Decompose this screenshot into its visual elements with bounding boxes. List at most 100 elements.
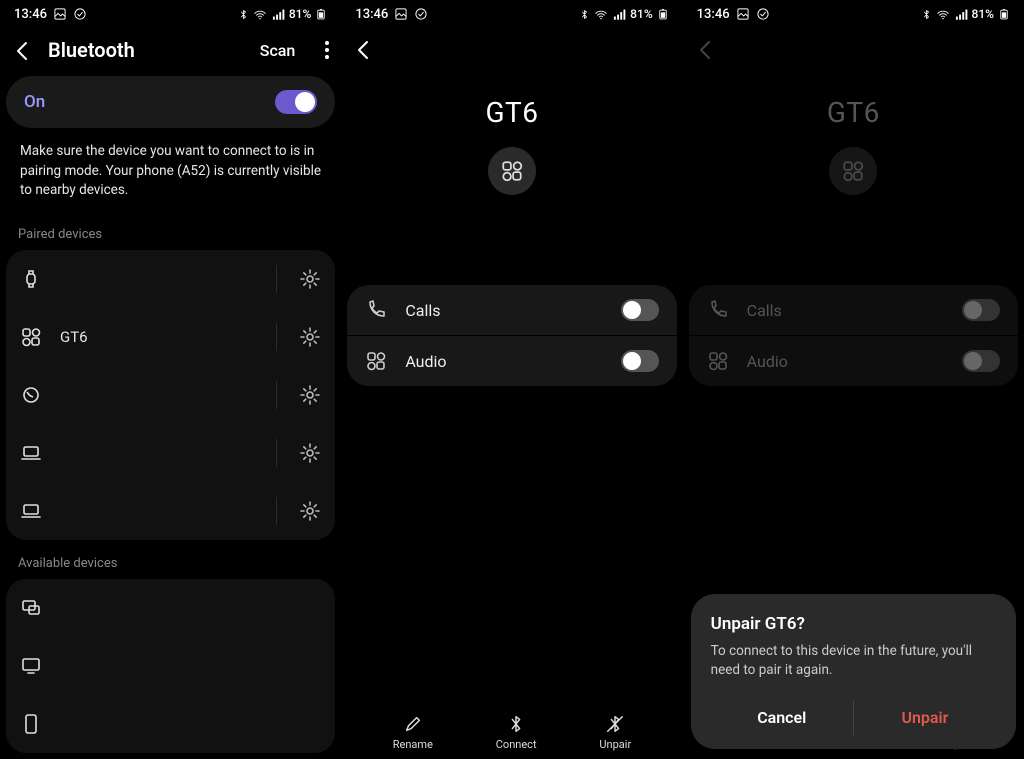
bluetooth-toggle-card[interactable]: On	[6, 76, 335, 128]
device-name-label: GT6	[60, 328, 258, 346]
status-bar: 13:46 81%	[0, 0, 341, 28]
signal-icon	[612, 7, 626, 21]
back-icon	[695, 38, 717, 60]
dialog-actions: Cancel Unpair	[711, 700, 996, 735]
appbar	[341, 28, 682, 74]
bluetooth-status-icon	[238, 9, 249, 20]
rename-button[interactable]: Rename	[393, 714, 433, 751]
appbar: Bluetooth Scan	[0, 28, 341, 76]
monitor-icon	[20, 655, 42, 677]
notif-check-icon	[73, 7, 87, 21]
pencil-icon	[403, 714, 423, 734]
paired-devices-header: Paired devices	[0, 211, 341, 250]
headset-icon	[20, 384, 42, 406]
unlink-icon	[605, 714, 625, 734]
bluetooth-status-icon	[579, 9, 590, 20]
device-avatar	[488, 147, 536, 195]
unpair-label: Unpair	[599, 738, 631, 751]
status-time: 13:46	[355, 7, 388, 22]
calls-option-row[interactable]: Calls	[347, 285, 676, 335]
laptop-icon	[20, 442, 42, 464]
device-settings-button[interactable]	[299, 268, 321, 290]
device-settings-button[interactable]	[299, 384, 321, 406]
connect-button[interactable]: Connect	[496, 714, 537, 751]
status-time: 13:46	[697, 7, 730, 22]
calls-toggle[interactable]	[621, 299, 659, 321]
bluetooth-status-icon	[921, 9, 932, 20]
paired-device-row[interactable]	[6, 482, 335, 540]
audio-option-row[interactable]: Audio	[347, 335, 676, 386]
screen-device-detail: 13:46 81% GT6 Calls Audio	[341, 0, 682, 759]
more-menu-button[interactable]	[325, 41, 329, 59]
back-icon	[353, 38, 375, 60]
device-settings-button[interactable]	[299, 326, 321, 348]
paired-devices-list: GT6	[6, 250, 335, 540]
device-options-card: Calls Audio	[347, 285, 676, 386]
audio-label: Audio	[747, 352, 944, 371]
paired-device-row[interactable]	[6, 366, 335, 424]
available-devices-header: Available devices	[0, 540, 341, 579]
bluetooth-toggle[interactable]	[275, 90, 317, 114]
unpair-button[interactable]: Unpair	[599, 714, 631, 751]
screen-bluetooth-settings: 13:46 81% Bluetooth Scan On Make sure th…	[0, 0, 341, 759]
connect-label: Connect	[496, 738, 537, 751]
available-device-row[interactable]	[6, 695, 335, 753]
audio-label: Audio	[405, 352, 602, 371]
grid-icon	[365, 350, 387, 372]
bluetooth-on-label: On	[24, 92, 45, 112]
phone-call-icon	[365, 299, 387, 321]
device-settings-button[interactable]	[299, 500, 321, 522]
rename-label: Rename	[393, 738, 433, 751]
available-device-row[interactable]	[6, 637, 335, 695]
back-icon	[12, 39, 34, 61]
status-bar: 13:46 81%	[341, 0, 682, 28]
dialog-cancel-button[interactable]: Cancel	[711, 700, 853, 735]
available-devices-list	[6, 579, 335, 753]
audio-toggle[interactable]	[621, 350, 659, 372]
device-settings-button[interactable]	[299, 442, 321, 464]
signal-icon	[271, 7, 285, 21]
battery-icon	[657, 7, 669, 21]
bottom-actions: Rename Connect Unpair	[341, 704, 682, 759]
status-time: 13:46	[14, 7, 47, 22]
available-device-row[interactable]	[6, 579, 335, 637]
wifi-icon	[253, 7, 267, 21]
watch-icon	[20, 268, 42, 290]
help-text: Make sure the device you want to connect…	[0, 128, 341, 211]
device-title: GT6	[341, 96, 682, 129]
grid-icon	[20, 326, 42, 348]
notif-check-icon	[414, 7, 428, 21]
calls-label: Calls	[747, 301, 944, 320]
paired-device-row[interactable]	[6, 250, 335, 308]
wifi-icon	[936, 7, 950, 21]
screen-unpair-dialog: 13:46 81% GT6 Calls Audio	[683, 0, 1024, 759]
laptop-icon	[20, 500, 42, 522]
unpair-dialog: Unpair GT6? To connect to this device in…	[691, 594, 1016, 749]
back-button[interactable]	[353, 38, 375, 60]
phone-call-icon	[707, 299, 729, 321]
notif-image-icon	[394, 7, 408, 21]
device-title: GT6	[683, 96, 1024, 129]
page-title: Bluetooth	[48, 38, 246, 62]
phone-icon	[20, 713, 42, 735]
paired-device-row[interactable]	[6, 424, 335, 482]
notif-check-icon	[756, 7, 770, 21]
audio-toggle	[962, 350, 1000, 372]
status-bar: 13:46 81%	[683, 0, 1024, 28]
grid-icon	[707, 350, 729, 372]
dialog-title: Unpair GT6?	[711, 614, 996, 634]
battery-pct: 81%	[630, 7, 652, 21]
battery-icon	[315, 7, 327, 21]
signal-icon	[954, 7, 968, 21]
grid-icon	[500, 159, 524, 183]
wifi-icon	[594, 7, 608, 21]
back-button[interactable]	[12, 39, 34, 61]
scan-button[interactable]: Scan	[260, 41, 296, 60]
battery-pct: 81%	[289, 7, 311, 21]
bluetooth-icon	[506, 714, 526, 734]
dialog-message: To connect to this device in the future,…	[711, 642, 996, 680]
notif-image-icon	[53, 7, 67, 21]
dialog-unpair-button[interactable]: Unpair	[854, 700, 996, 735]
paired-device-row[interactable]: GT6	[6, 308, 335, 366]
battery-pct: 81%	[972, 7, 994, 21]
